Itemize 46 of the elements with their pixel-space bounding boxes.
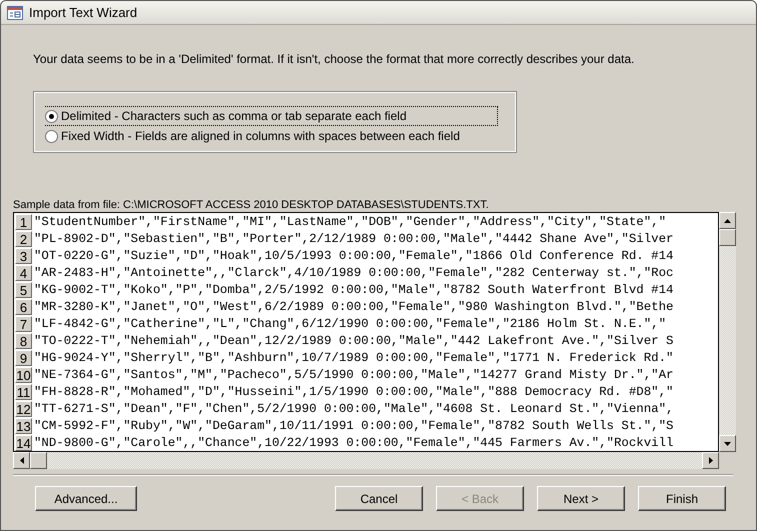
row-number: 5 bbox=[15, 282, 32, 298]
format-radio[interactable]: Delimited - Characters such as comma or tab separate each field bbox=[45, 106, 498, 126]
scroll-thumb[interactable] bbox=[30, 452, 47, 469]
vertical-scrollbar[interactable] bbox=[719, 212, 736, 452]
row-number: 3 bbox=[15, 248, 32, 264]
window-icon bbox=[7, 6, 23, 20]
scroll-up-icon[interactable] bbox=[719, 212, 736, 229]
row-number: 9 bbox=[15, 350, 32, 366]
data-line: "FH-8828-R","Mohamed","D","Husseini",1/5/1990 0:00:00,"Male","888 Democracy Rd. #D8"," bbox=[34, 384, 674, 398]
data-line: "StudentNumber","FirstName","MI","LastName","DOB","Gender","Address","City","State"," bbox=[34, 214, 666, 228]
dialog-button[interactable]: Advanced... bbox=[35, 486, 137, 511]
format-radio[interactable]: Fixed Width - Fields are aligned in columns with spaces between each field bbox=[45, 126, 498, 146]
row-number: 6 bbox=[15, 298, 32, 314]
data-line: "KG-9002-T","Koko","P","Domba",2/5/1992 0:00:00,"Male","8782 South Waterfront Blvd #14 bbox=[34, 282, 674, 296]
row-number: 8 bbox=[15, 332, 32, 348]
row-number: 7 bbox=[15, 316, 32, 332]
data-line: "TO-0222-T","Nehemiah",,"Dean",12/2/1989 0:00:00,"Male","442 Lakefront Ave.","Silver S bbox=[34, 334, 674, 348]
data-line: "CM-5992-F","Ruby","W","DeGaram",10/11/1991 0:00:00,"Female","8782 South Wells St.","S bbox=[34, 418, 674, 432]
window-title: Import Text Wizard bbox=[29, 5, 138, 20]
data-line: "NE-7364-G","Santos","M","Pacheco",5/5/1990 0:00:00,"Male","14277 Grand Misty Dr.","Ar bbox=[34, 368, 674, 382]
sample-label: Sample data from file: C:\MICROSOFT ACCESS 2010 DESKTOP DATABASES\STUDENTS.TXT. bbox=[13, 199, 490, 211]
data-line: "PL-8902-D","Sebastien","B","Porter",2/12/1989 0:00:00,"Male","4442 Shane Ave","Silver bbox=[34, 232, 674, 246]
data-line: "TT-6271-S","Dean","F","Chen",5/2/1990 0:00:00,"Male","4608 St. Leonard St.","Vienna", bbox=[34, 402, 674, 416]
row-number: 14 bbox=[15, 434, 32, 450]
data-line: "LF-4842-G","Catherine","L","Chang",6/12/1990 0:00:00,"Female","2186 Holm St. N.E."," bbox=[34, 316, 666, 330]
dialog-button[interactable]: Finish bbox=[638, 486, 726, 511]
row-number: 10 bbox=[15, 366, 32, 382]
data-line: "OT-0220-G","Suzie","D","Hoak",10/5/1993 0:00:00,"Female","1866 Old Conference Rd. #14 bbox=[34, 248, 674, 262]
data-line: "AR-2483-H","Antoinette",,"Clarck",4/10/1989 0:00:00,"Female","282 Centerway st.","Roc bbox=[34, 266, 674, 280]
scroll-left-icon[interactable] bbox=[13, 452, 30, 469]
horizontal-scrollbar[interactable] bbox=[13, 452, 719, 469]
row-number: 11 bbox=[15, 384, 32, 400]
row-number: 1 bbox=[15, 214, 32, 230]
row-number: 13 bbox=[15, 418, 32, 434]
data-line: "MR-3280-K","Janet","O","West",6/2/1989 0:00:00,"Female","980 Washington Blvd.","Bethe bbox=[34, 300, 674, 314]
scroll-right-icon[interactable] bbox=[702, 452, 719, 469]
scroll-thumb[interactable] bbox=[719, 229, 736, 246]
dialog-button[interactable]: Cancel bbox=[335, 486, 423, 511]
row-number: 2 bbox=[15, 230, 32, 246]
scroll-down-icon[interactable] bbox=[719, 435, 736, 452]
row-number: 4 bbox=[15, 264, 32, 280]
data-line: "ND-9800-G","Carole",,"Chance",10/22/1993 0:00:00,"Female","445 Farmers Av.","Rockvill bbox=[34, 436, 674, 450]
dialog-button[interactable]: Next > bbox=[537, 486, 625, 511]
intro-text: Your data seems to be in a 'Delimited' format. If it isn't, choose the format that more correctly describes your data. bbox=[33, 52, 636, 67]
row-number: 12 bbox=[15, 400, 32, 416]
data-line: "HG-9024-Y","Sherryl","B","Ashburn",10/7/1989 0:00:00,"Female","1771 N. Frederick Rd." bbox=[34, 350, 674, 364]
